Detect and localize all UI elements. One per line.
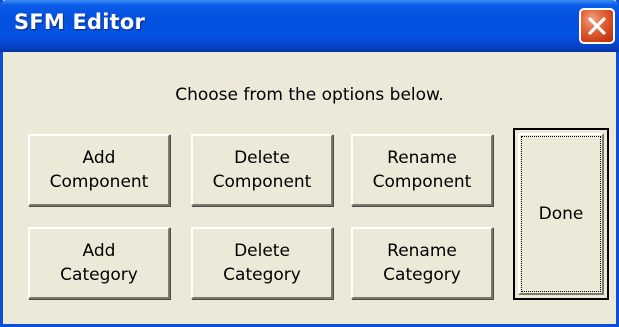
button-label-line1: Add	[82, 148, 116, 168]
button-label-line2: Category	[383, 265, 461, 285]
dialog-body: Choose from the options below. Add Compo…	[3, 52, 616, 324]
rename-component-button[interactable]: Rename Component	[351, 134, 493, 206]
delete-category-button[interactable]: Delete Category	[191, 227, 333, 299]
button-label-line1: Rename	[387, 148, 457, 168]
delete-component-button[interactable]: Delete Component	[191, 134, 333, 206]
button-label-line2: Component	[372, 172, 472, 192]
button-label-line1: Delete	[234, 241, 290, 261]
button-label-line2: Component	[212, 172, 312, 192]
instructions-text: Choose from the options below.	[175, 85, 444, 105]
button-label-line1: Delete	[234, 148, 290, 168]
close-button[interactable]	[579, 8, 615, 44]
done-button[interactable]: Done	[513, 128, 609, 300]
done-button-label: Done	[538, 204, 584, 224]
button-label-line2: Category	[223, 265, 301, 285]
close-icon	[588, 17, 606, 35]
rename-category-button[interactable]: Rename Category	[351, 227, 493, 299]
button-label-line1: Rename	[387, 241, 457, 261]
button-label-line2: Component	[49, 172, 149, 192]
add-component-button[interactable]: Add Component	[28, 134, 170, 206]
button-label-line2: Category	[60, 265, 138, 285]
button-label-line1: Add	[82, 241, 116, 261]
window-title: SFM Editor	[14, 10, 146, 34]
sfm-editor-window: SFM Editor Choose from the options below…	[0, 0, 619, 327]
add-category-button[interactable]: Add Category	[28, 227, 170, 299]
title-bar[interactable]: SFM Editor	[0, 0, 619, 52]
